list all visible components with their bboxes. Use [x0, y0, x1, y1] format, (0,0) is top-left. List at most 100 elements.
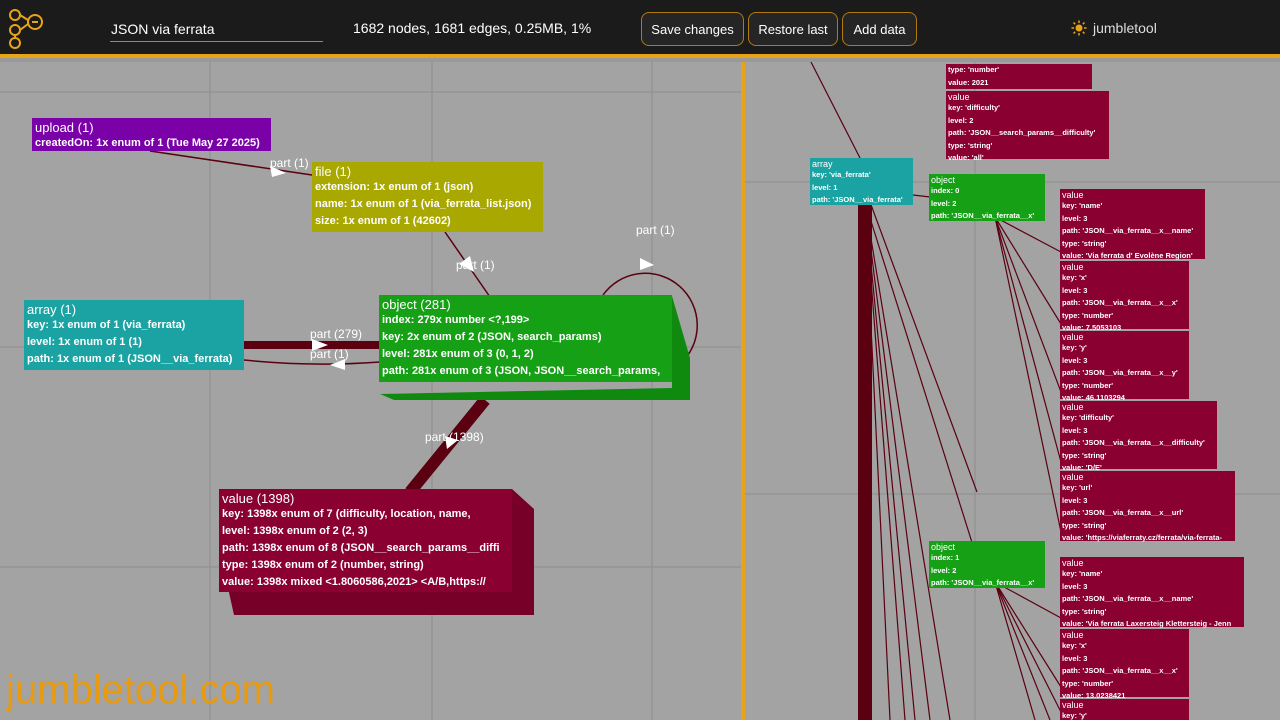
node-attribute: level: 3: [1062, 581, 1088, 591]
node-attribute: type: 'string': [1062, 520, 1107, 530]
object-node[interactable]: object index: 1 level: 2 path: 'JSON__vi…: [929, 541, 1045, 588]
sun-icon[interactable]: [1071, 20, 1087, 36]
value-node[interactable]: value key: 'x' level: 3 path: 'JSON__via…: [1060, 629, 1189, 700]
node-attribute: level: 3: [1062, 425, 1088, 435]
node-attribute: key: 'x': [1062, 273, 1087, 282]
node-title: object: [931, 175, 956, 185]
value-node[interactable]: value key: 'difficulty' level: 3 path: '…: [1060, 401, 1217, 472]
array-node[interactable]: array (1) key: 1x enum of 1 (via_ferrata…: [24, 300, 244, 370]
node-title: value: [1062, 332, 1084, 342]
node-attribute: path: 281x enum of 3 (JSON, JSON__search…: [382, 365, 661, 377]
brand-name: jumbletool: [1093, 20, 1157, 36]
logo-icon[interactable]: [6, 6, 46, 50]
schema-graph-panel[interactable]: part (1) part (1) part (1) part (279) pa…: [0, 62, 741, 720]
value-node[interactable]: type: 'number' value: 2021: [946, 64, 1092, 89]
node-attribute: key: 'y': [1062, 711, 1087, 720]
node-attribute: type: 'string': [1062, 606, 1107, 616]
node-title: array (1): [27, 302, 77, 317]
instance-graph-panel[interactable]: type: 'number' value: 2021 value key: 'd…: [745, 62, 1280, 720]
node-attribute: key: 'difficulty': [948, 103, 1000, 112]
brand[interactable]: jumbletool: [1071, 20, 1157, 36]
node-attribute: key: 2x enum of 2 (JSON, search_params): [382, 331, 602, 343]
node-title: object (281): [382, 297, 451, 312]
value-node[interactable]: value key: 'difficulty' level: 2 path: '…: [946, 91, 1109, 162]
array-node[interactable]: array key: 'via_ferrata' level: 1 path: …: [810, 158, 913, 205]
edge-line: [810, 62, 861, 159]
node-attribute: path: 'JSON__via_ferrata__x': [931, 578, 1035, 587]
schema-graph-canvas: [0, 62, 741, 720]
node-attribute: type: 1398x enum of 2 (number, string): [222, 559, 424, 571]
value-node[interactable]: value key: 'x' level: 3 path: 'JSON__via…: [1060, 261, 1189, 332]
node-attribute: type: 'number': [948, 65, 1000, 74]
node-attribute: path: 'JSON__via_ferrata__x__difficulty': [1062, 438, 1205, 447]
edge-label: part (1398): [425, 430, 484, 444]
node-attribute: level: 3: [1062, 213, 1088, 223]
node-title: value: [1062, 472, 1084, 482]
node-title: value: [1062, 190, 1084, 200]
watermark: jumbletool.com: [6, 668, 276, 712]
node-attribute: level: 3: [1062, 653, 1088, 663]
value-node[interactable]: value key: 'y' level: 3 path: 'JSON__via…: [1060, 331, 1189, 402]
node-attribute: path: 1398x enum of 8 (JSON__search_para…: [222, 542, 500, 554]
node-attribute: type: 'string': [948, 140, 993, 150]
node-attribute: path: 1x enum of 1 (JSON__via_ferrata): [27, 353, 233, 365]
node-attribute: key: 'difficulty': [1062, 413, 1114, 422]
node-attribute: path: 'JSON__via_ferrata__x__y': [1062, 368, 1178, 377]
node-attribute: type: 'string': [1062, 238, 1107, 248]
node-attribute: level: 1: [812, 182, 838, 192]
node-attribute: path: 'JSON__via_ferrata__x__name': [1062, 226, 1194, 235]
node-attribute: name: 1x enum of 1 (via_ferrata_list.jso…: [315, 198, 532, 210]
object-node[interactable]: object (281) index: 279x number <?,199> …: [379, 295, 672, 382]
edge-label: part (279): [310, 327, 363, 341]
value-node[interactable]: value key: 'name' level: 3 path: 'JSON__…: [1060, 189, 1205, 260]
node-attribute: extension: 1x enum of 1 (json): [315, 181, 474, 193]
node-attribute: key: 'y': [1062, 343, 1087, 352]
node-attribute: path: 'JSON__search_params__difficulty': [948, 128, 1096, 137]
dataset-title-input[interactable]: [110, 16, 323, 42]
edge-lines: [864, 194, 1062, 720]
node-attribute: key: 'name': [1062, 569, 1103, 578]
node-attribute: path: 'JSON__via_ferrata__x__x': [1062, 666, 1178, 675]
node-attribute: value: 2021: [948, 77, 989, 87]
node-attribute: level: 2: [948, 115, 974, 125]
node-attribute: level: 3: [1062, 355, 1088, 365]
node-attribute: index: 0: [931, 186, 960, 195]
value-node[interactable]: value key: 'y': [1060, 699, 1189, 720]
node-title: array: [812, 159, 833, 169]
file-node[interactable]: file (1) extension: 1x enum of 1 (json) …: [312, 162, 543, 232]
node-title: value: [1062, 262, 1084, 272]
edge-label: part (1): [270, 156, 309, 170]
node-attribute: level: 1398x enum of 2 (2, 3): [222, 525, 368, 537]
node-attribute: value: 'https://viaferraty.cz/ferrata/vi…: [1062, 533, 1223, 542]
value-node[interactable]: value key: 'url' level: 3 path: 'JSON__v…: [1060, 471, 1235, 542]
save-changes-button[interactable]: Save changes: [641, 12, 744, 46]
node-attribute: index: 1: [931, 553, 960, 562]
node-attribute: index: 279x number <?,199>: [382, 314, 530, 326]
node-attribute: value: 1398x mixed <1.8060586,2021> <A/B…: [222, 576, 486, 588]
edge-label: part (1): [456, 258, 495, 272]
node-attribute: level: 281x enum of 3 (0, 1, 2): [382, 348, 534, 360]
value-node[interactable]: value (1398) key: 1398x enum of 7 (diffi…: [219, 489, 512, 592]
object-node[interactable]: object index: 0 level: 2 path: 'JSON__vi…: [929, 174, 1045, 221]
value-node[interactable]: value key: 'name' level: 3 path: 'JSON__…: [1060, 557, 1244, 628]
node-attribute: size: 1x enum of 1 (42602): [315, 215, 451, 227]
node-attribute: createdOn: 1x enum of 1 (Tue May 27 2025…: [35, 137, 260, 149]
node-attribute: path: 'JSON__via_ferrata__x__url': [1062, 508, 1184, 517]
upload-node[interactable]: upload (1) createdOn: 1x enum of 1 (Tue …: [32, 118, 271, 151]
node-title: file (1): [315, 164, 352, 179]
node-attribute: key: 1x enum of 1 (via_ferrata): [27, 319, 186, 331]
node-attribute: path: 'JSON__via_ferrata__x__name': [1062, 594, 1194, 603]
node-title: value: [948, 92, 970, 102]
node-attribute: path: 'JSON__via_ferrata__x': [931, 211, 1035, 220]
node-title: value: [1062, 558, 1084, 568]
node-attribute: key: 1398x enum of 7 (difficulty, locati…: [222, 508, 471, 520]
node-attribute: level: 2: [931, 198, 957, 208]
restore-last-button[interactable]: Restore last: [748, 12, 838, 46]
node-attribute: key: 'via_ferrata': [812, 170, 871, 179]
node-attribute: level: 3: [1062, 285, 1088, 295]
edge-label: part (1): [310, 347, 349, 361]
node-title: value (1398): [222, 491, 295, 506]
add-data-button[interactable]: Add data: [842, 12, 917, 46]
node-attribute: type: 'number': [1062, 380, 1114, 390]
node-title: upload (1): [35, 120, 94, 135]
